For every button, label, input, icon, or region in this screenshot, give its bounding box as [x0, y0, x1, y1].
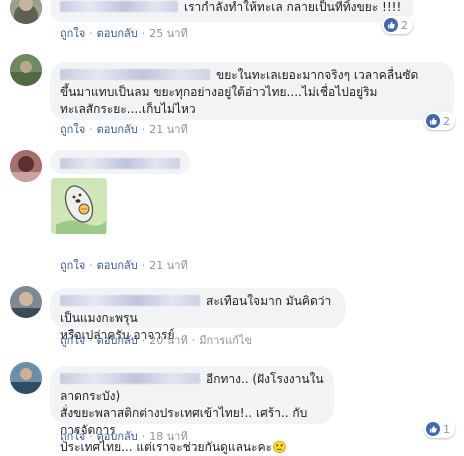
avatar-photo	[10, 286, 42, 318]
like-link[interactable]: ถูกใจ	[60, 430, 85, 443]
reaction-count[interactable]: 2	[424, 112, 455, 130]
comment-actions: ถูกใจ · ตอบกลับ · 25 นาที	[60, 27, 188, 40]
comment-bubble: อีกทาง.. (ฝังโรงงานในลาดกระบัง) สั่งขยะพ…	[50, 366, 334, 454]
reaction-count[interactable]: 2	[382, 16, 413, 34]
like-icon	[426, 114, 440, 128]
comment-time[interactable]: 21 นาที	[149, 259, 187, 272]
reaction-count[interactable]: 1	[424, 420, 455, 438]
commenter-name[interactable]	[60, 158, 180, 169]
reply-link[interactable]: ตอบกลับ	[97, 27, 138, 40]
reply-link[interactable]: ตอบกลับ	[97, 259, 138, 272]
edited-label[interactable]: มีการแก้ไข	[199, 334, 252, 347]
reply-link[interactable]: ตอบกลับ	[97, 123, 138, 136]
commenter-name[interactable]	[60, 1, 178, 12]
sticker-seal[interactable]	[50, 177, 108, 235]
seal-sticker-icon	[51, 178, 107, 234]
avatar-photo	[10, 362, 42, 394]
like-link[interactable]: ถูกใจ	[60, 334, 85, 347]
like-link[interactable]: ถูกใจ	[60, 27, 85, 40]
commenter-name[interactable]	[60, 373, 200, 384]
reply-link[interactable]: ตอบกลับ	[97, 430, 138, 443]
comment-text-line-1: ขยะในทะเลเยอะมากจริงๆ เวลาคลื่นซัด	[216, 68, 419, 82]
comment-time[interactable]: 20 นาที	[149, 334, 187, 347]
comment-text-line-2: ขึ้นมาแทบเป็นลม ขยะทุกอย่างอยู่ใต้อ่าวไท…	[60, 85, 378, 99]
avatar-photo	[10, 54, 42, 86]
comment-time[interactable]: 18 นาที	[149, 430, 187, 443]
comment-actions: ถูกใจ · ตอบกลับ · 21 นาที	[60, 259, 188, 272]
like-link[interactable]: ถูกใจ	[60, 123, 85, 136]
avatar-photo	[10, 0, 42, 24]
comment-actions: ถูกใจ · ตอบกลับ · 18 นาที	[60, 430, 188, 443]
comment-text-line-3: ทะเลสักระยะ....เก็บไม่ไหว	[60, 102, 196, 116]
commenter-name[interactable]	[60, 69, 210, 80]
comment-text: เรากำลังทำให้ทะเล กลายเป็นที่ทิ้งขยะ !!!…	[184, 0, 402, 14]
commenter-name[interactable]	[60, 295, 200, 306]
avatar[interactable]	[10, 150, 42, 182]
avatar[interactable]	[10, 0, 42, 24]
comment-actions: ถูกใจ · ตอบกลับ · 20 นาที · มีการแก้ไข	[60, 334, 253, 347]
like-icon	[384, 18, 398, 32]
comment-actions: ถูกใจ · ตอบกลับ · 21 นาที	[60, 123, 188, 136]
avatar[interactable]	[10, 362, 42, 394]
like-icon	[426, 422, 440, 436]
avatar[interactable]	[10, 54, 42, 86]
reply-link[interactable]: ตอบกลับ	[97, 334, 138, 347]
comment-bubble: ขยะในทะเลเยอะมากจริงๆ เวลาคลื่นซัด ขึ้นม…	[50, 62, 454, 120]
comment-time[interactable]: 25 นาที	[149, 27, 187, 40]
comment-bubble: สะเทือนใจมาก มันคิดว่าเป็นแมงกะพรุน หรือ…	[50, 288, 346, 342]
commenter-name-bubble	[50, 150, 190, 174]
avatar[interactable]	[10, 286, 42, 318]
comment-bubble: เรากำลังทำให้ทะเล กลายเป็นที่ทิ้งขยะ !!!…	[50, 0, 414, 22]
smile-emoji-icon: 🙂	[272, 440, 287, 454]
avatar-photo	[10, 150, 42, 182]
comment-time[interactable]: 21 นาที	[149, 123, 187, 136]
like-link[interactable]: ถูกใจ	[60, 259, 85, 272]
